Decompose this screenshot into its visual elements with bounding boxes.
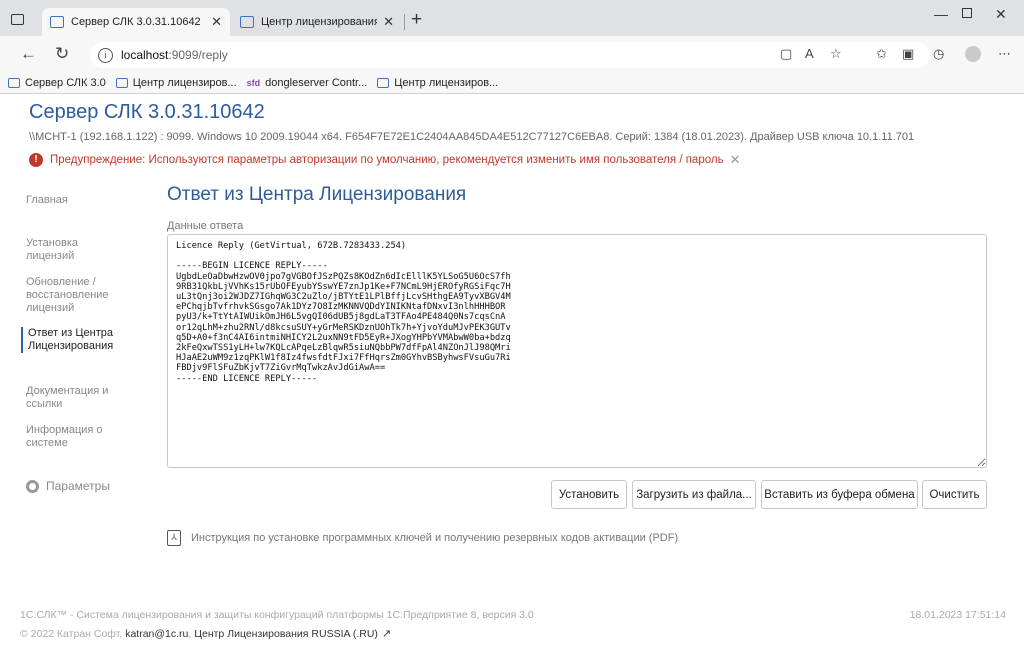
sfd-icon: sfd xyxy=(246,77,261,88)
bookmark-label: dongleserver Contr... xyxy=(265,76,368,89)
favorites-icon[interactable]: ✩ xyxy=(876,46,887,62)
external-link-icon[interactable]: ↗ xyxy=(382,627,391,640)
footer-system-info: 1С:СЛК™ - Система лицензирования и защит… xyxy=(20,609,534,621)
back-icon[interactable]: ← xyxy=(20,44,37,64)
browser-toolbar: ← ↻ i localhost:9099/reply ▢ A ☆ ✩ ▣ ◷ ⋯ xyxy=(0,36,1024,72)
bookmarks-bar: Сервер СЛК 3.0 Центр лицензиров... sfd do… xyxy=(0,72,1024,94)
collections-icon[interactable]: ▣ xyxy=(902,46,914,62)
url-path: :9099/reply xyxy=(168,48,228,62)
warning-icon: ! xyxy=(29,153,43,167)
warning-text: Предупреждение: Используются параметры а… xyxy=(50,154,724,166)
bookmark-label: Сервер СЛК 3.0 xyxy=(25,76,106,89)
params-label: Параметры xyxy=(46,479,110,493)
pdf-link-text: Инструкция по установке программных ключ… xyxy=(191,532,679,544)
new-tab-button[interactable]: + xyxy=(411,8,422,32)
close-icon[interactable]: ✕ xyxy=(730,152,741,168)
refresh-icon[interactable]: ↻ xyxy=(55,44,69,64)
email-link[interactable]: katran@1c.ru xyxy=(125,628,188,640)
load-from-file-button[interactable]: Загрузить из файла... xyxy=(632,480,756,509)
window-close-icon[interactable]: ✕ xyxy=(995,6,1007,23)
tab-separator xyxy=(404,14,405,30)
bookmark-label: Центр лицензиров... xyxy=(132,76,237,89)
page-icon xyxy=(8,77,20,88)
browser-tab-bar: Сервер СЛК 3.0.31.10642 ✕ Центр лицензир… xyxy=(0,0,1024,36)
app-available-icon[interactable]: ▢ xyxy=(780,46,792,62)
clear-button[interactable]: Очистить xyxy=(922,480,987,509)
tab-actions-icon[interactable] xyxy=(11,14,24,25)
sidebar-item-params[interactable]: Параметры xyxy=(26,480,126,493)
sidebar-item-home[interactable]: Главная xyxy=(26,194,126,207)
sidebar-item-license-reply[interactable]: Ответ из Центра Лицензирования xyxy=(21,327,121,353)
minimize-icon[interactable]: — xyxy=(934,6,948,22)
close-icon[interactable]: ✕ xyxy=(211,14,222,30)
license-center-link[interactable]: Центр Лицензирования RUSSIA (.RU) xyxy=(194,628,378,640)
maximize-icon[interactable] xyxy=(962,8,972,18)
bookmark-item[interactable]: Центр лицензиров... xyxy=(377,77,498,89)
section-title: Ответ из Центра Лицензирования xyxy=(167,184,467,205)
tab-server-slk[interactable]: Сервер СЛК 3.0.31.10642 ✕ xyxy=(42,8,230,36)
more-icon[interactable]: ⋯ xyxy=(998,46,1011,62)
page-favicon-icon xyxy=(240,16,254,28)
close-icon[interactable]: ✕ xyxy=(383,14,394,30)
reply-field-label: Данные ответа xyxy=(167,220,244,232)
info-icon[interactable]: i xyxy=(98,47,113,63)
footer-links: © 2022 Катран Софт, katran@1c.ru, Центр … xyxy=(20,627,392,641)
bookmark-label: Центр лицензиров... xyxy=(394,76,499,89)
warning-banner: ! Предупреждение: Используются параметры… xyxy=(29,152,740,168)
sidebar-item-install-licenses[interactable]: Установка лицензий xyxy=(26,237,126,263)
copyright-text: © 2022 Катран Софт, xyxy=(20,627,123,640)
sidebar-item-update-licenses[interactable]: Обновление / восстановление лицензий xyxy=(26,276,126,315)
install-button[interactable]: Установить xyxy=(551,480,627,509)
bookmark-item[interactable]: sfd dongleserver Contr... xyxy=(247,77,368,89)
profile-avatar[interactable] xyxy=(965,46,981,62)
page-favicon-icon xyxy=(50,16,64,28)
history-icon[interactable]: ◷ xyxy=(933,46,944,62)
pdf-icon: ⅄ xyxy=(167,530,181,546)
tab-title: Центр лицензирования СЛК.R xyxy=(261,16,378,28)
read-aloud-icon[interactable]: A xyxy=(805,46,814,61)
page-title: Сервер СЛК 3.0.31.10642 xyxy=(29,101,265,123)
url-host: localhost xyxy=(121,48,169,62)
address-bar[interactable]: i localhost:9099/reply xyxy=(90,42,930,68)
footer-datetime: 18.01.2023 17:51:14 xyxy=(909,609,1006,621)
server-info: \\МСНТ-1 (192.168.1.122) : 9099. Windows… xyxy=(29,131,915,143)
tab-title: Сервер СЛК 3.0.31.10642 xyxy=(71,16,201,28)
bookmark-item[interactable]: Сервер СЛК 3.0 xyxy=(8,77,106,89)
sidebar-item-system-info[interactable]: Информация о системе xyxy=(26,424,126,450)
reply-textarea[interactable] xyxy=(167,234,987,468)
gear-icon xyxy=(26,480,39,493)
pdf-instruction-link[interactable]: ⅄ Инструкция по установке программных кл… xyxy=(167,530,678,546)
bookmark-item[interactable]: Центр лицензиров... xyxy=(115,76,237,89)
page-icon xyxy=(377,77,390,88)
paste-from-clipboard-button[interactable]: Вставить из буфера обмена xyxy=(761,480,918,509)
tab-license-center[interactable]: Центр лицензирования СЛК.R ✕ xyxy=(232,8,402,36)
page-icon xyxy=(115,77,128,88)
favorite-add-icon[interactable]: ☆ xyxy=(830,46,842,62)
sidebar-item-docs[interactable]: Документация и ссылки xyxy=(26,385,126,411)
